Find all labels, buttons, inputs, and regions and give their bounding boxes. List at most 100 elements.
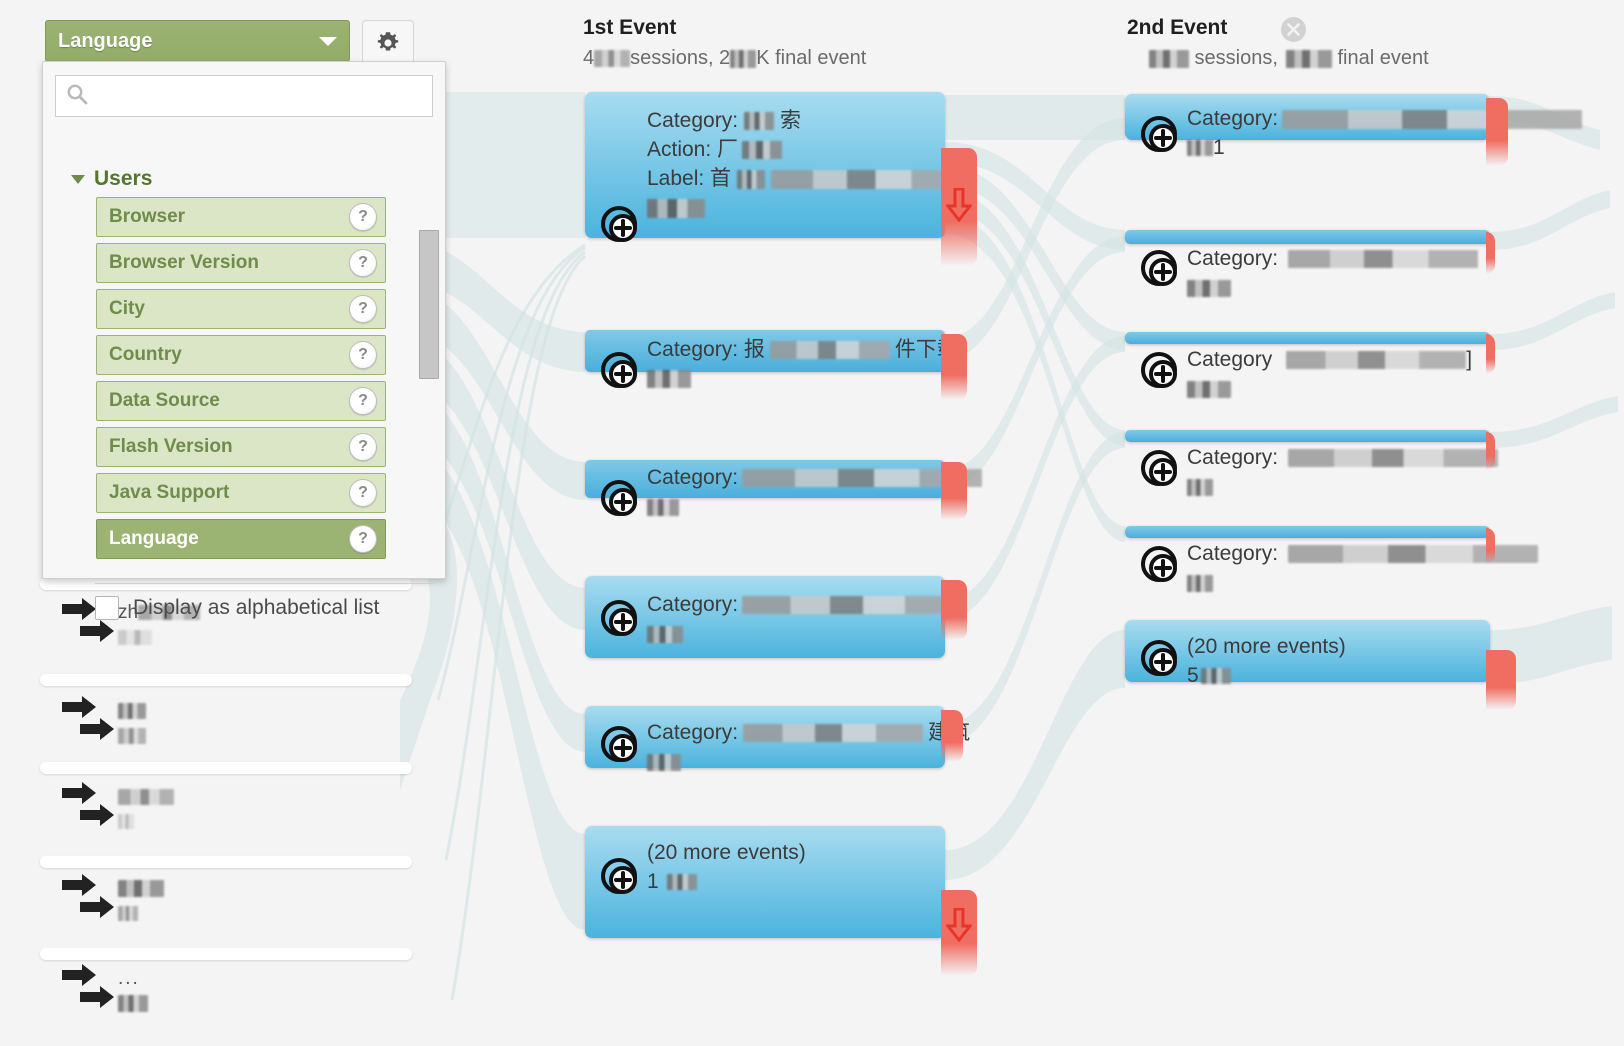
dropoff-indicator[interactable] — [1486, 432, 1495, 470]
dimension-list-scrollbar[interactable] — [419, 230, 439, 379]
dimension-item-label: Browser Version — [109, 252, 259, 273]
dropoff-indicator[interactable] — [1486, 528, 1495, 564]
dropoff-indicator[interactable] — [1486, 98, 1508, 166]
triangle-down-icon — [71, 174, 85, 184]
alphabetical-checkbox[interactable] — [95, 596, 119, 620]
alphabetical-list-toggle[interactable]: Display as alphabetical list — [95, 596, 379, 620]
event-node[interactable]: Category] — [1125, 332, 1490, 398]
event-node[interactable]: Category: — [1125, 230, 1490, 297]
drop-arrow-icon — [944, 907, 974, 947]
event-node-text: (20 more events) 1 — [647, 841, 806, 893]
list-item[interactable] — [60, 872, 164, 926]
event-node-icon — [1139, 248, 1183, 292]
dimension-item-data-source[interactable]: Data Source ? — [96, 381, 386, 421]
event-node[interactable]: Category: 1 — [1125, 94, 1583, 159]
gear-icon[interactable] — [362, 20, 414, 65]
dimension-row-label — [118, 780, 174, 834]
dimension-row-label — [118, 872, 164, 926]
search-input[interactable] — [96, 85, 422, 107]
dimension-group-label: Users — [94, 167, 153, 190]
search-box[interactable] — [55, 75, 433, 117]
event-node-icon — [599, 204, 643, 248]
event-node-text: Category: — [647, 463, 983, 521]
dropoff-indicator[interactable] — [941, 148, 977, 266]
chevron-down-icon — [319, 36, 337, 46]
dimension-row-bar[interactable] — [40, 762, 412, 774]
dimension-row-bar[interactable] — [40, 674, 412, 686]
event-node-icon — [1139, 350, 1183, 394]
dimension-select[interactable]: Language — [45, 20, 350, 62]
step-subtitle: 4 sessions, 2K final event — [583, 47, 867, 69]
help-icon[interactable]: ? — [349, 433, 377, 461]
event-node-text: Category: — [647, 590, 963, 648]
dimension-row-label — [118, 694, 146, 748]
dropoff-indicator[interactable] — [1486, 650, 1516, 710]
step-header-2: 2nd Event sessions, final event — [1127, 16, 1429, 70]
event-node-text: Category: 1 — [1187, 104, 1583, 162]
event-node-text: Category:建筑 — [647, 718, 970, 776]
dropoff-indicator[interactable] — [1486, 334, 1495, 374]
event-node-more[interactable]: (20 more events) 5 — [1125, 620, 1490, 687]
event-node[interactable]: Category: — [585, 460, 983, 516]
list-item[interactable] — [60, 694, 146, 748]
dimension-item-city[interactable]: City ? — [96, 289, 386, 329]
list-item[interactable] — [60, 780, 174, 834]
dropoff-indicator[interactable] — [941, 710, 963, 762]
dimension-item-language[interactable]: Language ? — [96, 519, 386, 559]
dropoff-indicator[interactable] — [941, 334, 967, 400]
double-arrow-icon — [60, 962, 114, 1010]
list-item[interactable]: ... — [60, 962, 148, 1016]
dimension-row-bar[interactable] — [40, 948, 412, 960]
step-subtitle: sessions, final event — [1149, 47, 1429, 70]
dimension-item-browser-version[interactable]: Browser Version ? — [96, 243, 386, 283]
event-node-icon — [599, 724, 643, 768]
event-node-icon — [599, 856, 643, 900]
dimension-row-bar[interactable] — [40, 856, 412, 868]
event-node-more[interactable]: (20 more events) 1 — [585, 826, 945, 938]
event-node[interactable]: Category: — [1125, 430, 1499, 496]
help-icon[interactable]: ? — [349, 203, 377, 231]
event-node[interactable]: Category: 报件下载 — [585, 330, 958, 389]
event-node-box[interactable] — [1125, 332, 1490, 344]
event-node-icon — [599, 350, 643, 394]
event-node[interactable]: Category: — [1125, 526, 1539, 592]
dimension-item-java-support[interactable]: Java Support ? — [96, 473, 386, 513]
dropoff-indicator[interactable] — [941, 890, 977, 976]
dimension-item-label: Country — [109, 344, 182, 365]
dimension-item-label: City — [109, 298, 145, 319]
event-node-text: Category] — [1187, 345, 1472, 403]
help-icon[interactable]: ? — [349, 525, 377, 553]
event-node-icon — [599, 478, 643, 522]
event-node-box[interactable] — [1125, 526, 1490, 538]
dimension-select-label: Language — [58, 29, 153, 52]
dimension-item-label: Browser — [109, 206, 186, 227]
help-icon[interactable]: ? — [349, 387, 377, 415]
help-icon[interactable]: ? — [349, 249, 377, 277]
dimension-group-users[interactable]: Users — [71, 167, 152, 191]
event-node-text: Category: — [1187, 443, 1499, 501]
event-node[interactable]: Category: — [585, 576, 963, 658]
dimension-item-label: Java Support — [109, 482, 230, 503]
event-node-text: Category: 报件下载 — [647, 335, 958, 393]
event-node[interactable]: Category:建筑 — [585, 706, 970, 771]
dimension-item-browser[interactable]: Browser ? — [96, 197, 386, 237]
help-icon[interactable]: ? — [349, 295, 377, 323]
dimension-item-label: Flash Version — [109, 436, 233, 457]
dimension-dropdown-panel: Users Browser ? Browser Version ? City ?… — [42, 61, 446, 620]
event-node-box[interactable] — [1125, 230, 1490, 244]
event-node[interactable]: Category: 索 Action: 厂 Label: 首 — [585, 92, 962, 242]
dimension-item-flash-version[interactable]: Flash Version ? — [96, 427, 386, 467]
dimension-row-bar[interactable] — [40, 578, 412, 590]
page-title: 1st Event — [583, 16, 677, 39]
dimension-select-button[interactable]: Language — [45, 20, 350, 62]
dropoff-indicator[interactable] — [941, 462, 967, 520]
dropoff-indicator[interactable] — [941, 580, 967, 640]
help-icon[interactable]: ? — [349, 479, 377, 507]
dimension-item-country[interactable]: Country ? — [96, 335, 386, 375]
help-icon[interactable]: ? — [349, 341, 377, 369]
dropoff-indicator[interactable] — [1486, 232, 1495, 274]
event-node-icon — [1139, 638, 1183, 682]
event-node-icon — [599, 598, 643, 642]
event-node-box[interactable] — [1125, 430, 1490, 442]
close-icon[interactable] — [1281, 17, 1306, 42]
